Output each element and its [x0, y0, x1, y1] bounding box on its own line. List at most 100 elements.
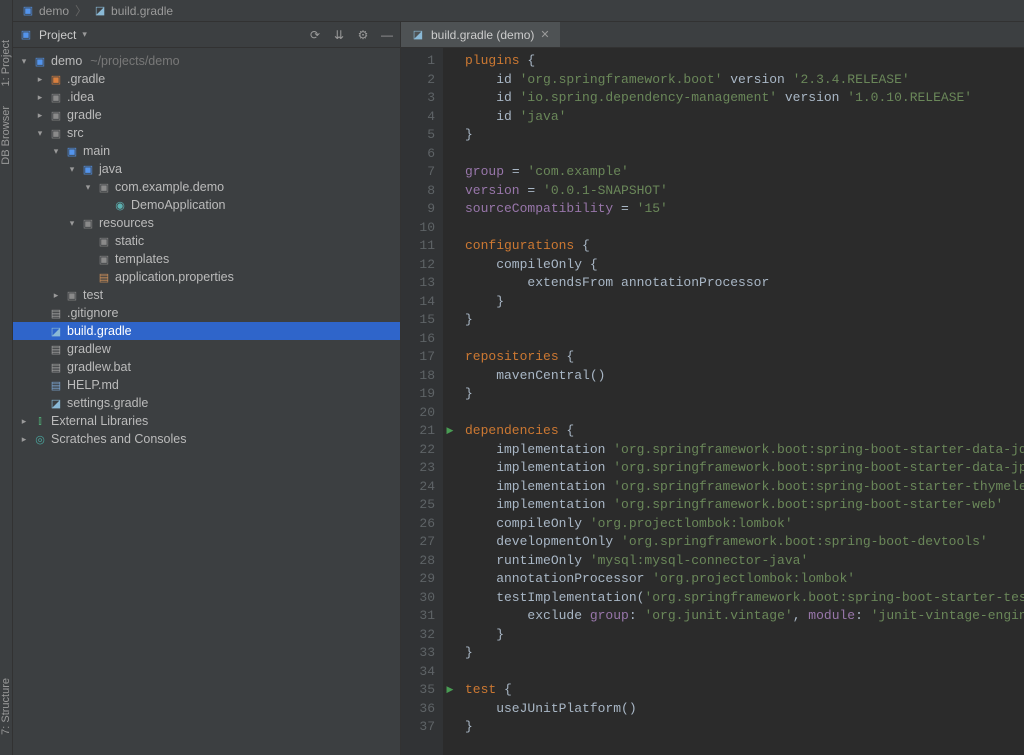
code-line[interactable]: implementation 'org.springframework.boot… [465, 459, 1024, 478]
code-line[interactable] [465, 145, 1024, 164]
tree-arrow-icon[interactable] [19, 434, 29, 445]
tree-item[interactable]: ◎Scratches and Consoles [13, 430, 400, 448]
settings-icon[interactable]: ⚙ [356, 28, 370, 42]
tree-item[interactable]: ⫾External Libraries [13, 412, 400, 430]
code-line[interactable]: id 'io.spring.dependency-management' ver… [465, 89, 1024, 108]
code-line[interactable]: id 'java' [465, 108, 1024, 127]
tree-item[interactable]: ▤gradlew [13, 340, 400, 358]
breadcrumb-root[interactable]: ▣ demo [21, 4, 69, 18]
code-line[interactable]: plugins { [465, 52, 1024, 71]
code-line[interactable]: annotationProcessor 'org.projectlombok:l… [465, 570, 1024, 589]
editor-tab[interactable]: ◪ build.gradle (demo) ✕ [401, 22, 560, 47]
gutter-spacer [443, 293, 457, 312]
tree-item[interactable]: ▤gradlew.bat [13, 358, 400, 376]
tree-arrow-icon[interactable] [35, 92, 45, 103]
code-line[interactable]: repositories { [465, 348, 1024, 367]
code-line[interactable]: } [465, 626, 1024, 645]
tree-item[interactable]: ◪build.gradle [13, 322, 400, 340]
tree-item[interactable]: ▣src [13, 124, 400, 142]
tree-arrow-icon[interactable] [35, 110, 45, 121]
code-line[interactable]: implementation 'org.springframework.boot… [465, 478, 1024, 497]
rail-project[interactable]: 1: Project [0, 40, 12, 86]
code-line[interactable] [465, 330, 1024, 349]
code-line[interactable]: group = 'com.example' [465, 163, 1024, 182]
code-line[interactable]: developmentOnly 'org.springframework.boo… [465, 533, 1024, 552]
code-line[interactable]: testImplementation('org.springframework.… [465, 589, 1024, 608]
code-line[interactable] [465, 404, 1024, 423]
tree-item[interactable]: ◉DemoApplication [13, 196, 400, 214]
code-line[interactable]: test { [465, 681, 1024, 700]
tree-arrow-icon[interactable] [19, 416, 29, 427]
close-icon[interactable]: ✕ [540, 28, 549, 41]
tree-item[interactable]: ▣gradle [13, 106, 400, 124]
breadcrumb: ▣ demo 〉 ◪ build.gradle [13, 0, 1024, 22]
tree-item[interactable]: ▣com.example.demo [13, 178, 400, 196]
editor-body[interactable]: 1234567891011121314151617181920212223242… [401, 48, 1024, 755]
code-area[interactable]: plugins { id 'org.springframework.boot' … [457, 48, 1024, 755]
code-line[interactable] [465, 663, 1024, 682]
project-tree[interactable]: ▣demo~/projects/demo▣.gradle▣.idea▣gradl… [13, 48, 400, 452]
code-line[interactable]: } [465, 293, 1024, 312]
tree-arrow-icon[interactable] [67, 164, 77, 175]
tree-arrow-icon[interactable] [51, 146, 61, 157]
gutter-spacer [443, 89, 457, 108]
code-line[interactable]: runtimeOnly 'mysql:mysql-connector-java' [465, 552, 1024, 571]
tree-item[interactable]: ▤.gitignore [13, 304, 400, 322]
tree-item[interactable]: ▣.idea [13, 88, 400, 106]
hide-icon[interactable]: — [380, 28, 394, 42]
gutter-annotations: ▶▶ [443, 48, 457, 755]
tree-item[interactable]: ▣static [13, 232, 400, 250]
code-line[interactable]: version = '0.0.1-SNAPSHOT' [465, 182, 1024, 201]
code-line[interactable]: } [465, 311, 1024, 330]
code-line[interactable]: sourceCompatibility = '15' [465, 200, 1024, 219]
tree-arrow-icon[interactable] [19, 56, 29, 67]
tree-arrow-icon[interactable] [51, 290, 61, 301]
code-line[interactable]: } [465, 385, 1024, 404]
tree-item-label: gradle [67, 108, 102, 122]
code-line[interactable]: dependencies { [465, 422, 1024, 441]
locate-icon[interactable]: ⟳ [308, 28, 322, 42]
project-title[interactable]: Project [39, 28, 76, 42]
tree-item[interactable]: ▣test [13, 286, 400, 304]
tree-arrow-icon[interactable] [67, 218, 77, 229]
code-line[interactable]: configurations { [465, 237, 1024, 256]
rail-structure[interactable]: 7: Structure [0, 678, 12, 735]
code-line[interactable]: exclude group: 'org.junit.vintage', modu… [465, 607, 1024, 626]
tree-arrow-icon[interactable] [35, 128, 45, 139]
tree-item[interactable]: ▤application.properties [13, 268, 400, 286]
tree-item[interactable]: ▣resources [13, 214, 400, 232]
code-line[interactable]: extendsFrom annotationProcessor [465, 274, 1024, 293]
line-number: 22 [401, 441, 435, 460]
code-line[interactable]: implementation 'org.springframework.boot… [465, 441, 1024, 460]
code-line[interactable]: mavenCentral() [465, 367, 1024, 386]
tree-item[interactable]: ▣ main [13, 142, 400, 160]
rail-db-browser[interactable]: DB Browser [0, 106, 12, 165]
collapse-all-icon[interactable]: ⇊ [332, 28, 346, 42]
tree-arrow-icon[interactable] [83, 182, 93, 193]
code-line[interactable]: id 'org.springframework.boot' version '2… [465, 71, 1024, 90]
tree-item[interactable]: ▣templates [13, 250, 400, 268]
code-line[interactable]: } [465, 126, 1024, 145]
code-line[interactable]: compileOnly 'org.projectlombok:lombok' [465, 515, 1024, 534]
tree-item[interactable]: ▣java [13, 160, 400, 178]
tree-item-label: main [83, 144, 110, 158]
tree-item[interactable]: ▤HELP.md [13, 376, 400, 394]
folder-dk-icon: ▣ [97, 181, 111, 194]
folder-blue-icon: ▣ [65, 145, 79, 158]
tree-item-label: .gitignore [67, 306, 118, 320]
code-line[interactable]: compileOnly { [465, 256, 1024, 275]
code-line[interactable]: implementation 'org.springframework.boot… [465, 496, 1024, 515]
project-tool-window: ▣ Project ▾ ⟳ ⇊ ⚙ — ▣demo~/projects/demo… [13, 22, 401, 755]
tree-item[interactable]: ▣.gradle [13, 70, 400, 88]
code-line[interactable]: useJUnitPlatform() [465, 700, 1024, 719]
tree-arrow-icon[interactable] [35, 74, 45, 85]
line-number: 26 [401, 515, 435, 534]
tree-item[interactable]: ◪settings.gradle [13, 394, 400, 412]
run-gutter-icon[interactable]: ▶ [443, 681, 457, 700]
breadcrumb-file[interactable]: ◪ build.gradle [93, 4, 173, 18]
tree-item[interactable]: ▣demo~/projects/demo [13, 52, 400, 70]
run-gutter-icon[interactable]: ▶ [443, 422, 457, 441]
code-line[interactable] [465, 219, 1024, 238]
code-line[interactable]: } [465, 718, 1024, 737]
code-line[interactable]: } [465, 644, 1024, 663]
